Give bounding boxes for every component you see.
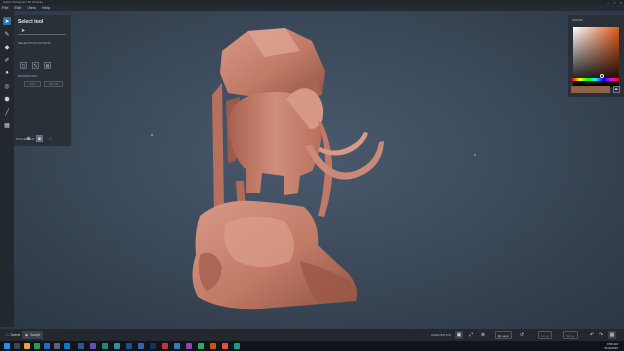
3d-viewport[interactable]	[0, 11, 624, 329]
app-icon[interactable]	[186, 343, 192, 349]
mammoth-sculpture[interactable]	[0, 11, 624, 329]
select-icon[interactable]: ▢	[20, 62, 27, 69]
app-icon[interactable]	[138, 343, 144, 349]
tab-scene-label: Scene	[10, 333, 21, 337]
hue-slider[interactable]	[572, 78, 619, 81]
app-icon[interactable]	[234, 343, 240, 349]
layer-icon: ▤	[498, 334, 501, 338]
push-tool-icon[interactable]: ⬣	[3, 95, 11, 103]
start-icon[interactable]	[4, 343, 10, 349]
join-button[interactable]: Join	[24, 81, 41, 87]
placement-surface-icon[interactable]: ⊕	[25, 135, 32, 142]
selection-actions-label: SELECTION ACTIONS	[18, 41, 51, 45]
edge-icon[interactable]	[44, 343, 50, 349]
app-icon[interactable]	[126, 343, 132, 349]
tool-rail: ➤ ✎ ◆ ✐ ● ◎ ⬣ ╱ ▦	[0, 11, 14, 327]
blends-button[interactable]: Blends	[44, 81, 63, 87]
orientation-world-icon[interactable]: ⊛	[479, 331, 487, 339]
bottom-bar: ⛶ Scene ◉ Sculpt ORIENTATION ▣ ⤢ ⊛ ▤ Lay…	[0, 329, 624, 341]
sculpt-icon: ◉	[25, 333, 29, 337]
color-panel: COLOR	[568, 15, 624, 97]
file-explorer-icon[interactable]	[24, 343, 30, 349]
terminal-icon[interactable]	[54, 343, 60, 349]
tab-sculpt[interactable]: ◉ Sculpt	[22, 331, 43, 339]
pivot-marker	[474, 154, 476, 156]
layer-label: Layer	[501, 334, 510, 338]
os-taskbar: 9:56 AM 8/16/2023	[0, 341, 624, 351]
clone-tool-icon[interactable]: ◎	[3, 82, 11, 90]
line-tool-icon[interactable]: ╱	[3, 108, 11, 116]
pivot-marker	[151, 134, 153, 136]
placement-grid-icon[interactable]: ▣	[36, 135, 43, 142]
tab-sculpt-label: Sculpt	[30, 333, 40, 337]
undo-icon[interactable]: ↶	[588, 331, 596, 339]
tab-scene[interactable]: ⛶ Scene	[3, 331, 23, 339]
transform-icon[interactable]: ⤡	[32, 62, 39, 69]
app-icon[interactable]	[78, 343, 84, 349]
paint-tool-icon[interactable]: ◆	[3, 43, 11, 51]
orientation-label: ORIENTATION	[431, 333, 452, 337]
app-icon[interactable]	[210, 343, 216, 349]
current-color-swatch[interactable]	[571, 86, 610, 93]
app-icon[interactable]	[198, 343, 204, 349]
app-icon[interactable]	[174, 343, 180, 349]
groupings-label: GROUPINGS	[18, 74, 38, 78]
merge-button[interactable]: Merge	[563, 331, 578, 339]
app-icon[interactable]	[102, 343, 108, 349]
app-icon[interactable]	[150, 343, 156, 349]
taskbar-clock[interactable]: 9:56 AM 8/16/2023	[605, 342, 618, 350]
history-icon[interactable]: ↺	[518, 331, 526, 339]
group-button[interactable]: Group	[538, 331, 553, 339]
eyedropper-icon[interactable]: ✒	[613, 86, 620, 93]
color-panel-title: COLOR	[572, 18, 583, 22]
grid-tool-icon[interactable]: ▦	[3, 121, 11, 129]
divider	[18, 34, 66, 35]
pen-tool-icon[interactable]: ✐	[3, 56, 11, 64]
chrome-icon[interactable]	[34, 343, 40, 349]
orientation-view-icon[interactable]: ▣	[455, 331, 463, 339]
app-icon[interactable]	[162, 343, 168, 349]
app-icon[interactable]	[114, 343, 120, 349]
layer-button[interactable]: ▤ Layer	[495, 331, 513, 339]
stamp-tool-icon[interactable]: ●	[3, 69, 11, 77]
select-tool-icon[interactable]: ➤	[3, 17, 11, 25]
orientation-gizmo-icon[interactable]: ⤢	[467, 331, 475, 339]
layout-icon[interactable]: ▦	[608, 331, 616, 339]
redo-icon[interactable]: ↷	[597, 331, 605, 339]
panel-title: Select tool	[18, 19, 44, 25]
brush-tool-icon[interactable]: ✎	[3, 30, 11, 38]
app-icon[interactable]	[222, 343, 228, 349]
app-icon[interactable]	[90, 343, 96, 349]
search-icon[interactable]	[14, 343, 20, 349]
clock-date: 8/16/2023	[604, 346, 618, 350]
duplicate-icon[interactable]: ▤	[44, 62, 51, 69]
placement-free-icon[interactable]: ◌	[47, 135, 54, 142]
app-icon[interactable]	[64, 343, 70, 349]
scene-icon: ⛶	[6, 333, 9, 337]
tool-properties-panel: Select tool ➤ SELECTION ACTIONS ▢ ⤡ ▤ GR…	[14, 15, 72, 146]
